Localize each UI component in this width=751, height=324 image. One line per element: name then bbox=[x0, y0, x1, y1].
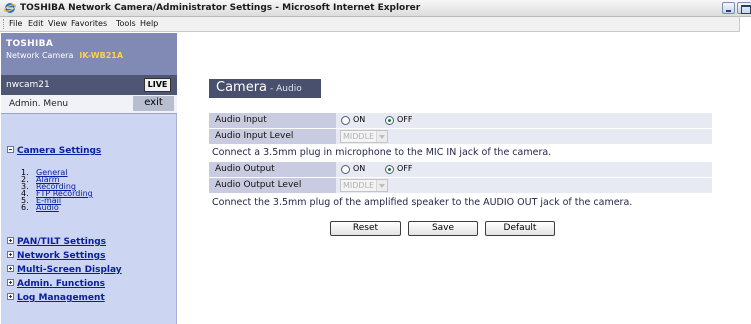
audio-output-level-select[interactable]: MIDDLE bbox=[340, 179, 388, 192]
section-multi-screen-display[interactable]: Multi-Screen Display bbox=[7, 265, 122, 275]
camera-name-bar: nwcam21 LIVE bbox=[1, 75, 177, 95]
model-label: IK-WB21A bbox=[79, 51, 124, 60]
audio-output-note: Connect the 3.5mm plug of the amplified … bbox=[212, 197, 633, 208]
menu-view[interactable]: View bbox=[48, 19, 67, 28]
expand-icon[interactable] bbox=[7, 251, 14, 258]
audio-input-level-row: Audio Input Level MIDDLE bbox=[209, 129, 712, 144]
brand-name: TOSHIBA bbox=[6, 39, 54, 49]
audio-input-level-label: Audio Input Level bbox=[209, 129, 336, 144]
page-title-main: Camera bbox=[216, 80, 268, 95]
select-value: MIDDLE bbox=[343, 132, 375, 141]
menu-bar: File Edit View Favorites Tools Help bbox=[0, 17, 751, 32]
admin-menu-bar: Admin. Menu exit bbox=[1, 95, 177, 114]
section-network-settings[interactable]: Network Settings bbox=[7, 251, 105, 261]
page-title-text: Camera - Audio bbox=[216, 80, 302, 95]
section-label[interactable]: Camera Settings bbox=[17, 146, 101, 156]
minimize-button[interactable] bbox=[722, 2, 735, 14]
section-label[interactable]: Log Management bbox=[17, 293, 105, 303]
audio-output-level-label: Audio Output Level bbox=[209, 178, 336, 193]
audio-output-row: Audio Output ON OFF bbox=[209, 162, 712, 177]
audio-input-on-label[interactable]: ON bbox=[353, 115, 365, 124]
audio-output-on-label[interactable]: ON bbox=[353, 164, 365, 173]
sidebar-item-audio[interactable]: 6. Audio bbox=[21, 204, 59, 212]
audio-input-off-label[interactable]: OFF bbox=[397, 115, 413, 124]
section-log-management[interactable]: Log Management bbox=[7, 293, 105, 303]
menu-tools[interactable]: Tools bbox=[116, 19, 136, 28]
section-label[interactable]: Admin. Functions bbox=[17, 279, 105, 289]
page-subtitle: - Audio bbox=[270, 84, 302, 94]
audio-output-label: Audio Output bbox=[209, 162, 336, 177]
section-admin-functions[interactable]: Admin. Functions bbox=[7, 279, 105, 289]
page-title: Camera - Audio bbox=[209, 79, 321, 98]
save-button[interactable]: Save bbox=[408, 221, 478, 236]
audio-output-off-label[interactable]: OFF bbox=[397, 164, 413, 173]
sidebar: TOSHIBA Network Camera IK-WB21A nwcam21 L… bbox=[1, 33, 177, 324]
audio-output-off-radio[interactable] bbox=[385, 165, 394, 174]
expand-icon[interactable] bbox=[7, 279, 14, 286]
menubar-grip bbox=[3, 19, 5, 29]
brand-header: TOSHIBA Network Camera IK-WB21A bbox=[1, 33, 177, 75]
expand-icon[interactable] bbox=[7, 237, 14, 244]
section-label[interactable]: Multi-Screen Display bbox=[17, 265, 122, 275]
menu-edit[interactable]: Edit bbox=[28, 19, 44, 28]
audio-input-on-radio[interactable] bbox=[341, 116, 350, 125]
default-button[interactable]: Default bbox=[485, 221, 555, 236]
audio-output-on-radio[interactable] bbox=[341, 165, 350, 174]
audio-input-label: Audio Input bbox=[209, 113, 336, 128]
window-title: TOSHIBA Network Camera/Administrator Set… bbox=[20, 3, 421, 13]
audio-input-off-radio[interactable] bbox=[385, 116, 394, 125]
exit-button[interactable]: exit bbox=[133, 96, 174, 111]
main-content: Camera - Audio Audio Input ON OFF Audio I… bbox=[178, 33, 751, 324]
audio-input-row: Audio Input ON OFF bbox=[209, 113, 712, 128]
select-value: MIDDLE bbox=[343, 181, 375, 190]
audio-input-note: Connect a 3.5mm plug in microphone to th… bbox=[212, 147, 552, 158]
product-name: Network Camera IK-WB21A bbox=[6, 51, 123, 60]
section-camera-settings[interactable]: Camera Settings bbox=[7, 146, 101, 156]
product-label: Network Camera bbox=[6, 51, 74, 60]
section-label[interactable]: Network Settings bbox=[17, 251, 105, 261]
menu-favorites[interactable]: Favorites bbox=[71, 19, 107, 28]
menu-help[interactable]: Help bbox=[140, 19, 158, 28]
live-button[interactable]: LIVE bbox=[144, 78, 171, 92]
menu-file[interactable]: File bbox=[9, 19, 22, 28]
reset-button[interactable]: Reset bbox=[330, 221, 401, 236]
collapse-icon[interactable] bbox=[7, 146, 14, 153]
admin-menu-label: Admin. Menu bbox=[9, 99, 69, 109]
windows-logo-icon bbox=[739, 17, 751, 32]
section-pan-tilt-settings[interactable]: PAN/TILT Settings bbox=[7, 237, 106, 247]
maximize-button[interactable] bbox=[737, 2, 751, 14]
item-link[interactable]: Audio bbox=[36, 203, 59, 212]
internet-explorer-icon bbox=[4, 3, 16, 13]
section-label[interactable]: PAN/TILT Settings bbox=[17, 237, 106, 247]
audio-input-level-select[interactable]: MIDDLE bbox=[340, 130, 388, 143]
chevron-down-icon[interactable] bbox=[376, 180, 387, 191]
chevron-down-icon[interactable] bbox=[376, 131, 387, 142]
audio-output-level-row: Audio Output Level MIDDLE bbox=[209, 178, 712, 193]
window-titlebar: TOSHIBA Network Camera/Administrator Set… bbox=[0, 0, 751, 17]
expand-icon[interactable] bbox=[7, 265, 14, 272]
expand-icon[interactable] bbox=[7, 293, 14, 300]
item-number: 6. bbox=[21, 203, 29, 212]
camera-name: nwcam21 bbox=[6, 80, 50, 90]
